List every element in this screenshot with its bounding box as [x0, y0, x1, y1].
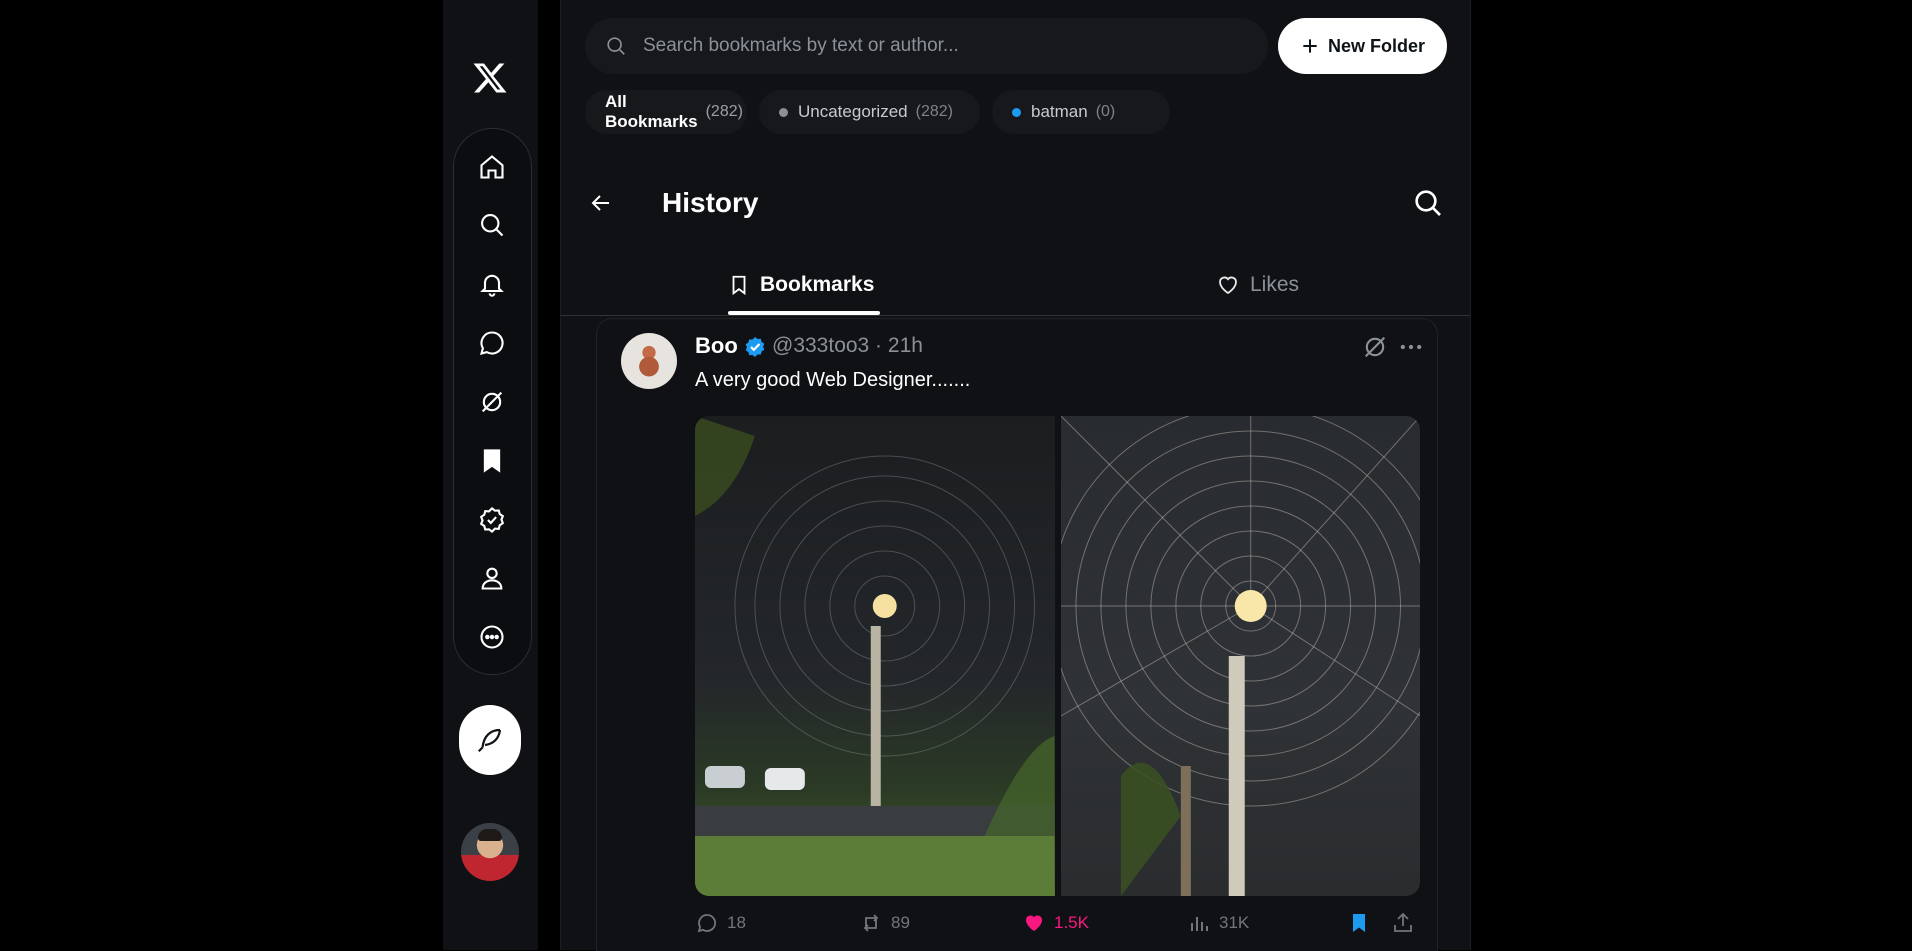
tab-label: Likes	[1250, 273, 1300, 296]
profile-icon[interactable]	[477, 563, 507, 593]
arrow-left-icon	[591, 195, 609, 211]
bookmark-button[interactable]	[1347, 911, 1371, 935]
tweet-photo[interactable]	[695, 416, 1055, 896]
views-chart-icon	[1191, 917, 1208, 931]
like-count: 1.5K	[1054, 913, 1089, 932]
tweet-author-avatar[interactable]	[621, 333, 677, 389]
folder-name: batman	[1031, 102, 1088, 121]
folder-name: Uncategorized	[798, 102, 908, 121]
tweet-author-name[interactable]: Boo	[695, 333, 738, 359]
like-button[interactable]: 1.5K	[1022, 911, 1089, 935]
search-icon[interactable]	[1412, 187, 1444, 219]
tweet-card[interactable]: Boo @333too3 · 21h A very good Web Desig…	[596, 318, 1438, 951]
home-icon[interactable]	[477, 152, 507, 182]
folder-chips: All Bookmarks (282) Uncategorized (282) …	[585, 90, 1170, 134]
active-tab-indicator	[728, 311, 880, 315]
share-icon	[1394, 912, 1412, 932]
new-folder-button[interactable]: New Folder	[1278, 18, 1447, 74]
reply-button[interactable]: 18	[695, 911, 746, 935]
folder-dot	[779, 107, 788, 117]
bookmark-search[interactable]	[585, 18, 1268, 74]
folder-chip-batman[interactable]: batman (0)	[992, 90, 1170, 134]
notifications-icon[interactable]	[477, 269, 507, 299]
page-header: History Bookmarks Likes	[561, 165, 1470, 316]
plus-icon	[1303, 39, 1317, 53]
tweet-text: A very good Web Designer.......	[695, 369, 971, 391]
verified-badge-icon	[745, 337, 765, 357]
tab-bookmarks[interactable]: Bookmarks	[728, 255, 874, 315]
more-options-icon[interactable]	[1397, 333, 1425, 361]
more-icon[interactable]	[477, 622, 507, 652]
grok-icon[interactable]	[477, 387, 507, 417]
folder-chip-all[interactable]: All Bookmarks (282)	[585, 90, 747, 134]
repost-icon	[863, 914, 879, 932]
bookmark-icon	[732, 275, 746, 296]
views-count: 31K	[1219, 913, 1250, 932]
feather-icon	[477, 728, 502, 753]
tweet-photo[interactable]	[1060, 416, 1420, 896]
search-icon	[607, 37, 625, 55]
reply-count: 18	[727, 913, 746, 932]
folder-count: (0)	[1095, 103, 1116, 120]
repost-button[interactable]: 89	[859, 911, 910, 935]
folder-count: (282)	[705, 103, 743, 120]
folder-count: (282)	[915, 103, 953, 120]
search-icon[interactable]	[477, 210, 507, 240]
repost-count: 89	[891, 913, 910, 932]
back-button[interactable]	[583, 185, 619, 221]
heart-filled-icon	[1026, 915, 1042, 931]
spiderweb-streetlight-image	[695, 416, 1055, 896]
reply-icon	[697, 914, 716, 933]
messages-icon[interactable]	[477, 328, 507, 358]
verified-icon[interactable]	[477, 505, 507, 535]
folder-chip-uncategorized[interactable]: Uncategorized (282)	[759, 90, 980, 134]
account-avatar[interactable]	[461, 823, 519, 881]
main-column: New Folder All Bookmarks (282) Uncategor…	[560, 0, 1471, 951]
new-folder-label: New Folder	[1327, 35, 1425, 56]
tweet-handle-time[interactable]: @333too3 · 21h	[772, 334, 923, 358]
bookmark-search-input[interactable]	[641, 34, 1245, 58]
x-logo-icon[interactable]	[472, 60, 508, 96]
heart-icon	[1219, 276, 1237, 295]
tab-likes[interactable]: Likes	[1216, 255, 1299, 315]
folder-dot	[1012, 107, 1021, 117]
share-button[interactable]	[1391, 911, 1415, 935]
folder-name: All Bookmarks	[605, 92, 698, 131]
compose-button[interactable]	[459, 705, 521, 775]
spiderweb-closeup-image	[1060, 416, 1420, 896]
tweet-actions: 18 89 1.5K 31K	[695, 911, 1420, 947]
tab-bar: Bookmarks Likes	[561, 255, 1470, 316]
tweet-media	[695, 416, 1420, 896]
grok-icon[interactable]	[1361, 333, 1389, 361]
bookmarks-icon[interactable]	[477, 446, 507, 476]
tab-label: Bookmarks	[760, 273, 875, 296]
bookmark-filled-icon	[1353, 914, 1365, 932]
page-title: History	[662, 187, 759, 218]
views-button[interactable]: 31K	[1187, 911, 1249, 935]
